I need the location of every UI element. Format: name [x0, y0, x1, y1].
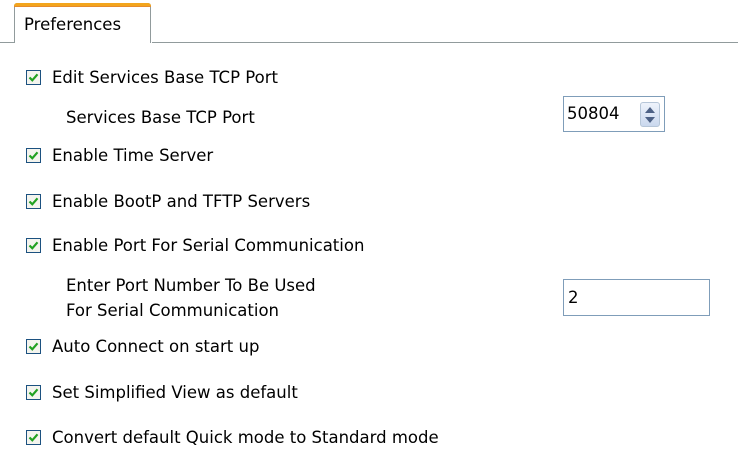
option-simplified-view[interactable]: Set Simplified View as default	[26, 382, 298, 402]
serial-port-input[interactable]: 2	[563, 279, 710, 316]
option-edit-services-port[interactable]: Edit Services Base TCP Port	[26, 67, 278, 87]
checkbox-checked-icon[interactable]	[26, 384, 41, 400]
option-enable-bootp-tftp[interactable]: Enable BootP and TFTP Servers	[26, 191, 310, 211]
option-label: Auto Connect on start up	[52, 336, 260, 356]
option-enable-serial-port[interactable]: Enable Port For Serial Communication	[26, 235, 364, 255]
serial-port-label-line2: For Serial Communication	[66, 301, 280, 320]
option-enable-time-server[interactable]: Enable Time Server	[26, 145, 213, 165]
tab-preferences[interactable]: Preferences	[14, 3, 151, 43]
option-label: Set Simplified View as default	[52, 382, 298, 402]
checkbox-checked-icon[interactable]	[26, 69, 41, 85]
spinner-buttons[interactable]	[640, 102, 660, 127]
checkbox-checked-icon[interactable]	[26, 237, 41, 253]
option-convert-quick-mode[interactable]: Convert default Quick mode to Standard m…	[26, 427, 439, 447]
option-label: Enable Port For Serial Communication	[52, 235, 365, 255]
base-port-label: Services Base TCP Port	[66, 108, 255, 127]
serial-port-value[interactable]: 2	[568, 288, 579, 307]
checkbox-checked-icon[interactable]	[26, 193, 41, 209]
spin-down-icon[interactable]	[645, 117, 655, 123]
option-label: Convert default Quick mode to Standard m…	[52, 427, 439, 447]
option-label: Enable BootP and TFTP Servers	[52, 191, 311, 211]
checkbox-checked-icon[interactable]	[26, 429, 41, 445]
serial-port-label-line1: Enter Port Number To Be Used	[66, 276, 316, 295]
option-auto-connect[interactable]: Auto Connect on start up	[26, 336, 259, 356]
tab-label: Preferences	[24, 15, 122, 34]
base-port-spinner[interactable]: 50804	[563, 96, 665, 132]
option-label: Enable Time Server	[52, 145, 214, 165]
checkbox-checked-icon[interactable]	[26, 147, 41, 163]
checkbox-checked-icon[interactable]	[26, 338, 41, 354]
tab-strip: Preferences	[0, 0, 738, 44]
spin-up-icon[interactable]	[645, 107, 655, 113]
base-port-value[interactable]: 50804	[567, 104, 620, 123]
option-label: Edit Services Base TCP Port	[52, 67, 278, 87]
